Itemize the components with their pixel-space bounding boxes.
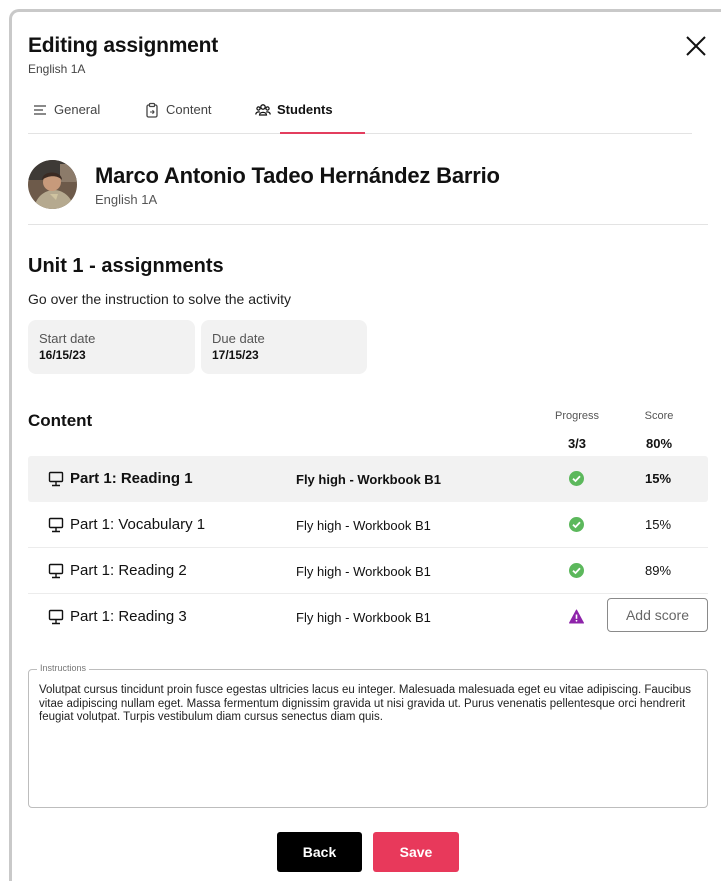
monitor-icon	[48, 563, 64, 579]
start-date-label: Start date	[39, 331, 96, 346]
tab-general-label: General	[54, 102, 101, 117]
back-button[interactable]: Back	[277, 832, 362, 872]
check-circle-icon	[569, 517, 584, 532]
table-row[interactable]: Part 1: Reading 1 Fly high - Workbook B1…	[28, 456, 708, 502]
due-date-card[interactable]: Due date 17/15/23	[201, 320, 367, 374]
check-circle-icon	[569, 563, 584, 578]
due-date-label: Due date	[212, 331, 265, 346]
start-date-value: 16/15/23	[39, 348, 86, 362]
tab-students-label: Students	[277, 102, 333, 117]
score-header: Score	[644, 410, 674, 422]
close-button[interactable]	[683, 33, 709, 59]
instructions-text[interactable]: Volutpat cursus tincidunt proin fusce eg…	[39, 684, 699, 725]
content-list: Part 1: Reading 1 Fly high - Workbook B1…	[28, 456, 708, 640]
instructions-field[interactable]: Instructions Volutpat cursus tincidunt p…	[28, 663, 708, 808]
progress-total: 3/3	[567, 436, 587, 451]
table-row[interactable]: Part 1: Vocabulary 1 Fly high - Workbook…	[28, 502, 708, 548]
dialog-title: Editing assignment	[28, 34, 219, 57]
row-title: Part 1: Reading 2	[70, 562, 187, 579]
row-book: Fly high - Workbook B1	[296, 472, 441, 487]
student-name: Marco Antonio Tadeo Hernández Barrio	[95, 163, 500, 188]
warning-icon	[569, 609, 584, 624]
tab-general[interactable]: General	[32, 96, 100, 134]
tab-content-label: Content	[166, 102, 212, 117]
monitor-icon	[48, 517, 64, 533]
row-title: Part 1: Vocabulary 1	[70, 516, 206, 533]
due-date-value: 17/15/23	[212, 348, 259, 362]
monitor-icon	[48, 609, 64, 625]
row-book: Fly high - Workbook B1	[296, 610, 431, 625]
row-score: 15%	[644, 471, 672, 486]
start-date-card[interactable]: Start date 16/15/23	[28, 320, 195, 374]
unit-description: Go over the instruction to solve the act…	[28, 291, 292, 307]
monitor-icon	[48, 471, 64, 487]
add-score-button[interactable]: Add score	[607, 598, 708, 632]
close-icon	[686, 36, 706, 56]
row-book: Fly high - Workbook B1	[296, 518, 431, 533]
content-title: Content	[28, 411, 93, 430]
tab-bar: General Content Students	[28, 96, 692, 134]
row-title: Part 1: Reading 1	[70, 470, 193, 487]
table-row[interactable]: Part 1: Reading 3 Fly high - Workbook B1	[28, 594, 708, 640]
student-class: English 1A	[95, 192, 158, 207]
row-book: Fly high - Workbook B1	[296, 564, 431, 579]
check-circle-icon	[569, 471, 584, 486]
row-score: 89%	[644, 563, 672, 578]
table-row[interactable]: Part 1: Reading 2 Fly high - Workbook B1…	[28, 548, 708, 594]
tab-content[interactable]: Content	[144, 96, 212, 134]
list-lines-icon	[34, 105, 46, 115]
score-total: 80%	[645, 436, 673, 451]
instructions-label: Instructions	[37, 663, 90, 673]
dialog-subtitle: English 1A	[28, 62, 86, 76]
unit-title: Unit 1 - assignments	[28, 255, 224, 277]
row-title: Part 1: Reading 3	[70, 608, 187, 625]
users-icon	[255, 104, 271, 116]
row-score: 15%	[644, 517, 672, 532]
progress-header: Progress	[554, 410, 600, 422]
save-button[interactable]: Save	[373, 832, 459, 872]
active-tab-indicator	[280, 132, 365, 134]
tab-students[interactable]: Students	[255, 96, 333, 134]
divider	[28, 224, 708, 225]
clipboard-icon	[146, 102, 158, 118]
avatar	[28, 160, 77, 209]
